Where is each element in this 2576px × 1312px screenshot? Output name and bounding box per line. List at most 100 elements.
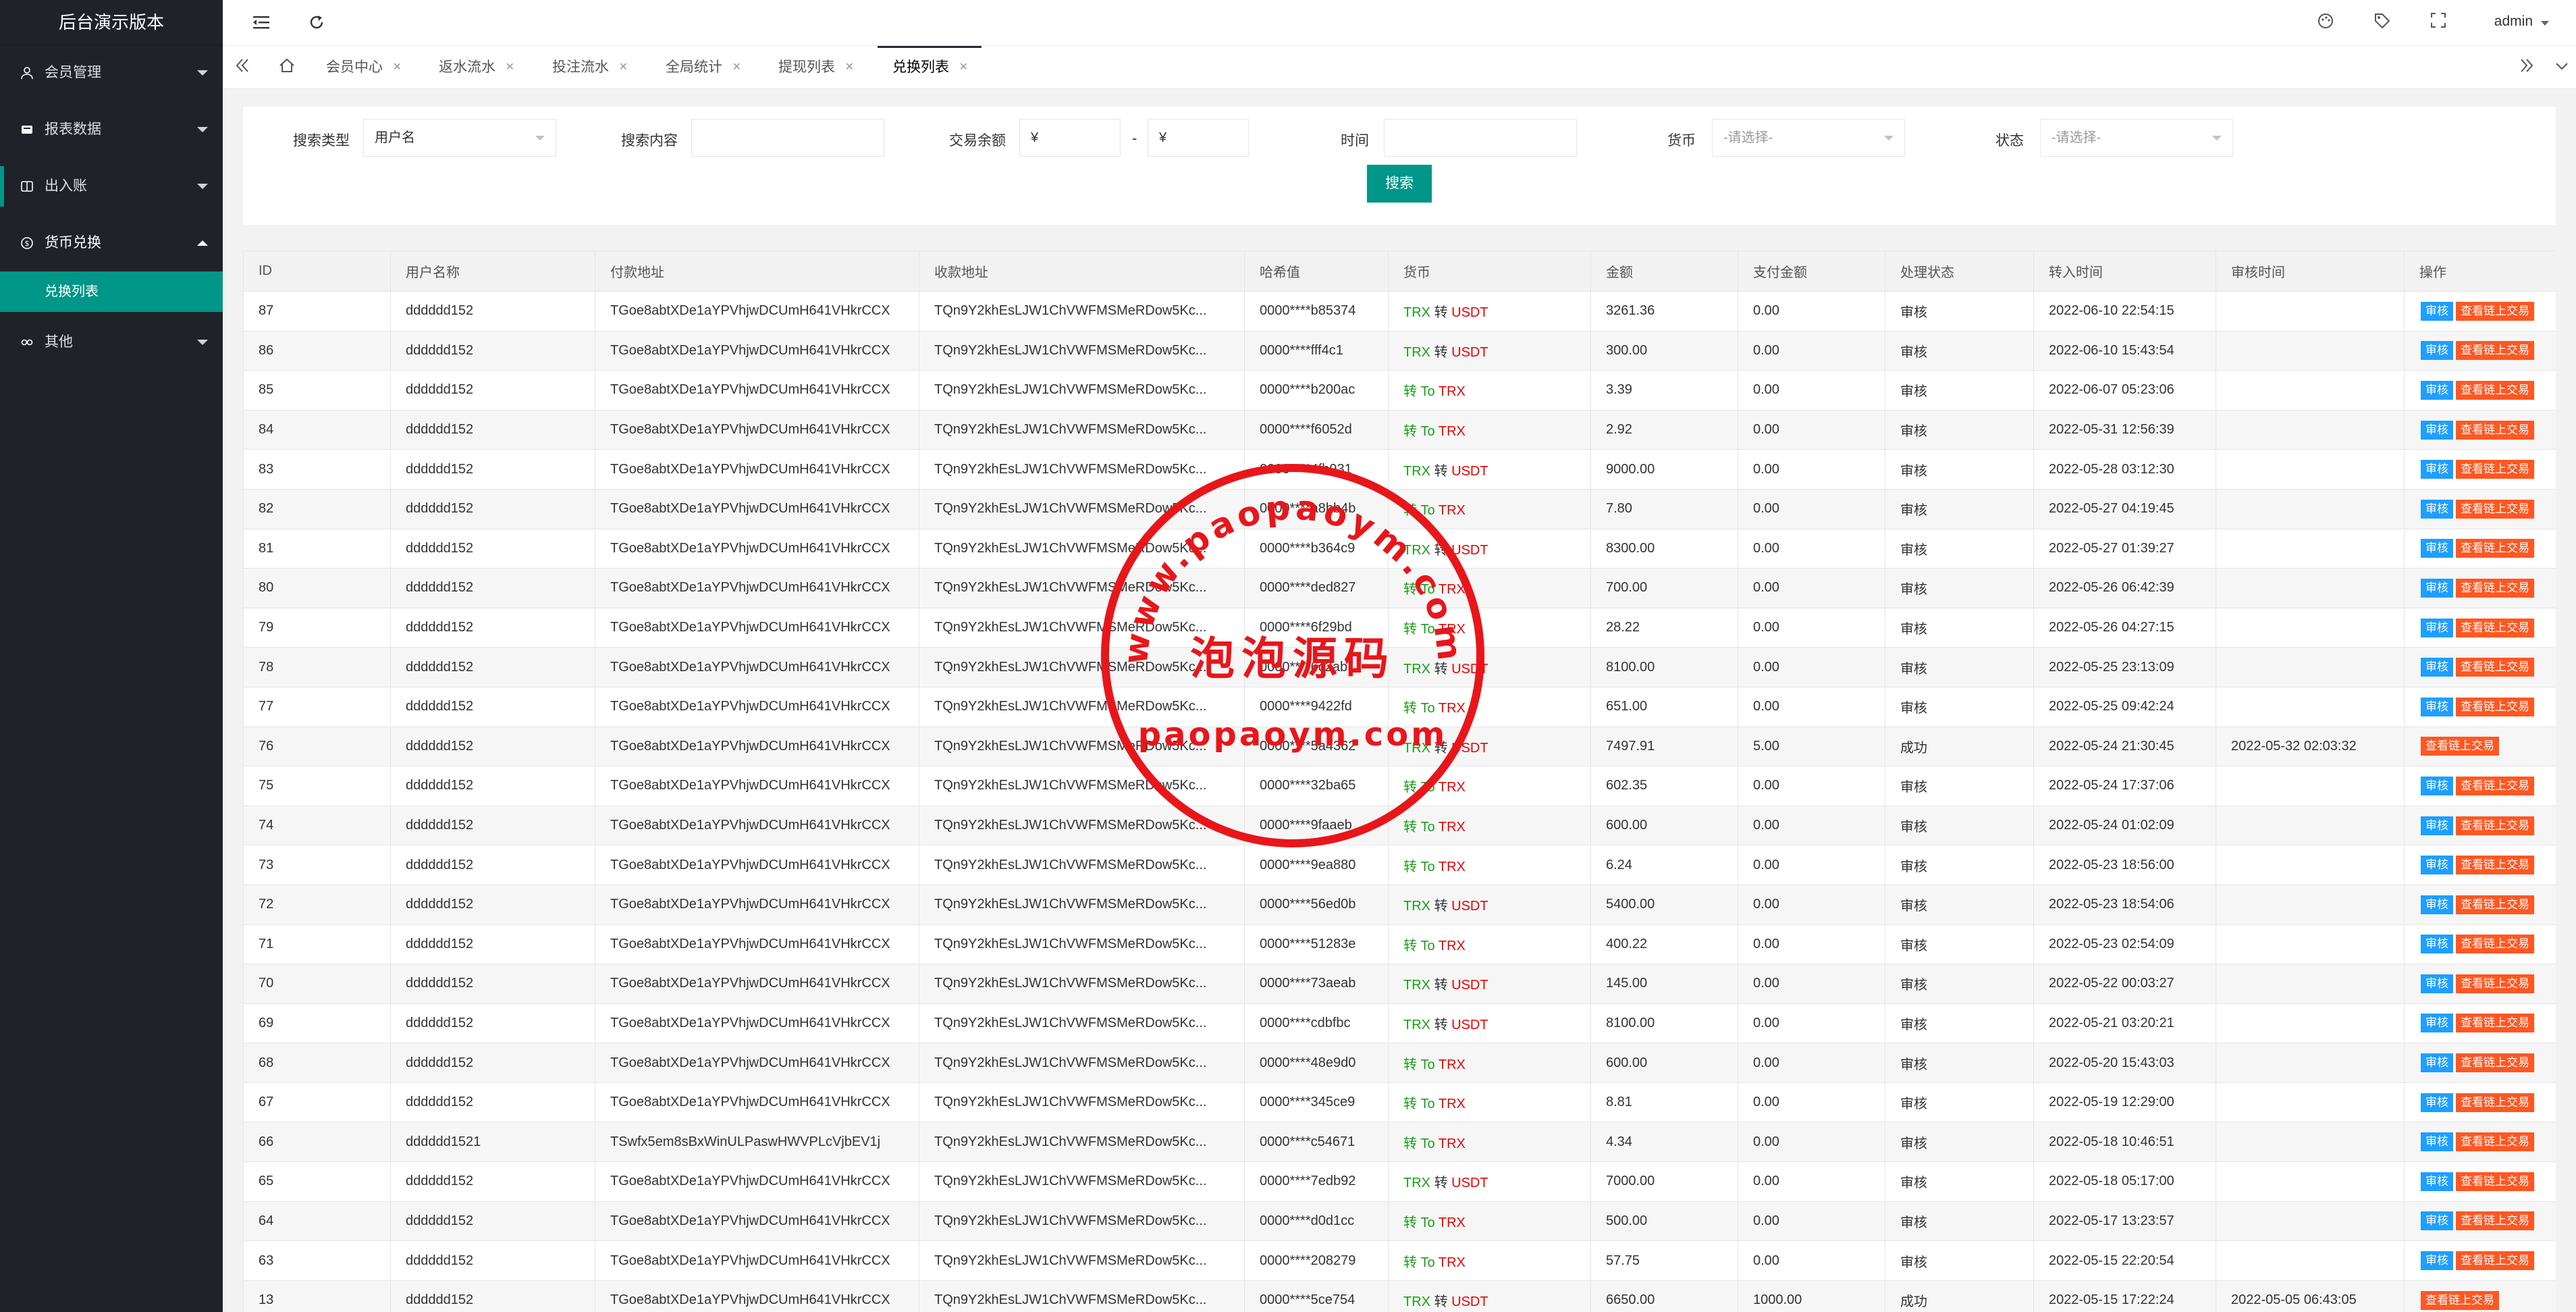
tabs-scroll-right-icon[interactable] — [2518, 57, 2535, 79]
audit-button[interactable]: 审核 — [2421, 1014, 2453, 1033]
refresh-icon[interactable] — [306, 12, 327, 32]
audit-button[interactable]: 审核 — [2421, 1093, 2453, 1112]
theme-icon[interactable] — [2317, 12, 2334, 34]
sidebar-item-members[interactable]: 会员管理 — [0, 45, 223, 101]
audit-button[interactable]: 审核 — [2421, 895, 2453, 914]
amount-min-input[interactable]: ¥ — [1019, 119, 1121, 157]
audit-button[interactable]: 审核 — [2421, 420, 2453, 440]
tab-rebate-flow[interactable]: 返水流水 ✕ — [439, 46, 514, 89]
search-button[interactable]: 搜索 — [1367, 165, 1432, 203]
cell-hash: 0000****5ce754 — [1244, 1280, 1389, 1312]
close-icon[interactable]: ✕ — [619, 46, 628, 89]
audit-button[interactable]: 审核 — [2421, 1211, 2453, 1231]
audit-button[interactable]: 审核 — [2421, 697, 2453, 716]
sidebar-item-ledger[interactable]: 出入账 — [0, 158, 223, 215]
view-chain-tx-button[interactable]: 查看链上交易 — [2456, 341, 2534, 361]
audit-button[interactable]: 审核 — [2421, 380, 2453, 400]
cell-actions: 审核 查看链上交易 — [2404, 409, 2556, 450]
audit-button[interactable]: 审核 — [2421, 499, 2453, 519]
view-chain-tx-button[interactable]: 查看链上交易 — [2456, 460, 2534, 479]
view-chain-tx-button[interactable]: 查看链上交易 — [2421, 1290, 2499, 1310]
amount-max-input[interactable]: ¥ — [1148, 119, 1249, 157]
close-icon[interactable]: ✕ — [393, 46, 402, 89]
view-chain-tx-button[interactable]: 查看链上交易 — [2456, 776, 2534, 795]
view-chain-tx-button[interactable]: 查看链上交易 — [2456, 856, 2534, 875]
table-row: 76 dddddd152 TGoe8abtXDe1aYPVhjwDCUmH641VH… — [243, 726, 2556, 767]
currency-to: USDT — [1451, 1294, 1488, 1310]
tag-icon[interactable] — [2373, 12, 2391, 34]
tabs-scroll-left-icon[interactable] — [234, 57, 251, 79]
menu-toggle-icon[interactable] — [251, 12, 271, 32]
close-icon[interactable]: ✕ — [845, 46, 854, 89]
view-chain-tx-button[interactable]: 查看链上交易 — [2456, 697, 2534, 716]
view-chain-tx-button[interactable]: 查看链上交易 — [2456, 1211, 2534, 1231]
table-row: 67 dddddd152 TGoe8abtXDe1aYPVhjwDCUmH641VH… — [243, 1082, 2556, 1123]
table-row: 66 dddddd1521 TSwfx5em8sBxWinULPaswHWVPLcV… — [243, 1122, 2556, 1163]
cell-hash: 0000****5a4362 — [1244, 726, 1389, 767]
sidebar-subitem-exchange-list[interactable]: 兑换列表 — [0, 271, 223, 312]
view-chain-tx-button[interactable]: 查看链上交易 — [2456, 895, 2534, 914]
home-icon[interactable] — [278, 57, 296, 79]
sidebar-item-other[interactable]: 其他 — [0, 312, 223, 373]
tab-bet-flow[interactable]: 投注流水 ✕ — [552, 46, 628, 89]
tab-global-stats[interactable]: 全局统计 ✕ — [666, 46, 741, 89]
view-chain-tx-button[interactable]: 查看链上交易 — [2456, 499, 2534, 519]
audit-button[interactable]: 审核 — [2421, 341, 2453, 361]
audit-button[interactable]: 审核 — [2421, 578, 2453, 598]
tab-withdraw-list[interactable]: 提现列表 ✕ — [778, 46, 854, 89]
sidebar-item-reports[interactable]: 报表数据 — [0, 101, 223, 158]
tab-member-center[interactable]: 会员中心 ✕ — [326, 46, 402, 89]
view-chain-tx-button[interactable]: 查看链上交易 — [2456, 618, 2534, 637]
audit-button[interactable]: 审核 — [2421, 974, 2453, 993]
view-chain-tx-button[interactable]: 查看链上交易 — [2456, 974, 2534, 993]
view-chain-tx-button[interactable]: 查看链上交易 — [2456, 1053, 2534, 1073]
view-chain-tx-button[interactable]: 查看链上交易 — [2456, 1014, 2534, 1033]
audit-button[interactable]: 审核 — [2421, 1172, 2453, 1191]
close-icon[interactable]: ✕ — [732, 46, 741, 89]
tab-exchange-list[interactable]: 兑换列表 ✕ — [878, 46, 982, 89]
cell-currency: 转 To TRX — [1388, 1240, 1591, 1281]
audit-button[interactable]: 审核 — [2421, 856, 2453, 875]
view-chain-tx-button[interactable]: 查看链上交易 — [2456, 1172, 2534, 1191]
audit-button[interactable]: 审核 — [2421, 539, 2453, 558]
chevron-down-icon[interactable] — [2541, 21, 2549, 26]
view-chain-tx-button[interactable]: 查看链上交易 — [2456, 578, 2534, 598]
view-chain-tx-button[interactable]: 查看链上交易 — [2456, 1132, 2534, 1152]
sidebar-item-currency[interactable]: $ 货币兑换 — [0, 215, 223, 271]
audit-button[interactable]: 审核 — [2421, 935, 2453, 954]
view-chain-tx-button[interactable]: 查看链上交易 — [2456, 420, 2534, 440]
search-type-select[interactable]: 用户名 — [363, 119, 556, 157]
view-chain-tx-button[interactable]: 查看链上交易 — [2456, 935, 2534, 954]
cell-paid-amount: 0.00 — [1738, 647, 1885, 687]
close-icon[interactable]: ✕ — [506, 46, 514, 89]
table-row: 74 dddddd152 TGoe8abtXDe1aYPVhjwDCUmH641VH… — [243, 805, 2556, 846]
audit-button[interactable]: 审核 — [2421, 1132, 2453, 1152]
audit-button[interactable]: 审核 — [2421, 618, 2453, 637]
audit-button[interactable]: 审核 — [2421, 460, 2453, 479]
audit-button[interactable]: 审核 — [2421, 1251, 2453, 1271]
view-chain-tx-button[interactable]: 查看链上交易 — [2456, 301, 2534, 321]
audit-button[interactable]: 审核 — [2421, 816, 2453, 835]
close-icon[interactable]: ✕ — [959, 46, 968, 89]
view-chain-tx-button[interactable]: 查看链上交易 — [2456, 1251, 2534, 1271]
view-chain-tx-button[interactable]: 查看链上交易 — [2421, 737, 2499, 756]
status-select[interactable]: -请选择- — [2040, 119, 2233, 157]
tabs-menu-icon[interactable] — [2554, 57, 2569, 78]
view-chain-tx-button[interactable]: 查看链上交易 — [2456, 816, 2534, 835]
view-chain-tx-button[interactable]: 查看链上交易 — [2456, 1093, 2534, 1112]
search-content-input[interactable] — [691, 119, 884, 157]
audit-button[interactable]: 审核 — [2421, 301, 2453, 321]
audit-button[interactable]: 审核 — [2421, 776, 2453, 795]
audit-button[interactable]: 审核 — [2421, 1053, 2453, 1073]
view-chain-tx-button[interactable]: 查看链上交易 — [2456, 539, 2534, 558]
search-content-label: 搜索内容 — [621, 133, 678, 149]
view-chain-tx-button[interactable]: 查看链上交易 — [2456, 380, 2534, 400]
fullscreen-icon[interactable] — [2430, 12, 2446, 33]
currency-select[interactable]: -请选择- — [1712, 119, 1905, 157]
cell-amount: 7000.00 — [1590, 1161, 1738, 1202]
audit-button[interactable]: 审核 — [2421, 658, 2453, 677]
view-chain-tx-button[interactable]: 查看链上交易 — [2456, 658, 2534, 677]
cell-to-address: TQn9Y2khEsLJW1ChVWFMSMeRDow5Kc... — [919, 686, 1245, 727]
user-menu[interactable]: admin — [2494, 14, 2533, 30]
time-input[interactable] — [1384, 119, 1577, 157]
